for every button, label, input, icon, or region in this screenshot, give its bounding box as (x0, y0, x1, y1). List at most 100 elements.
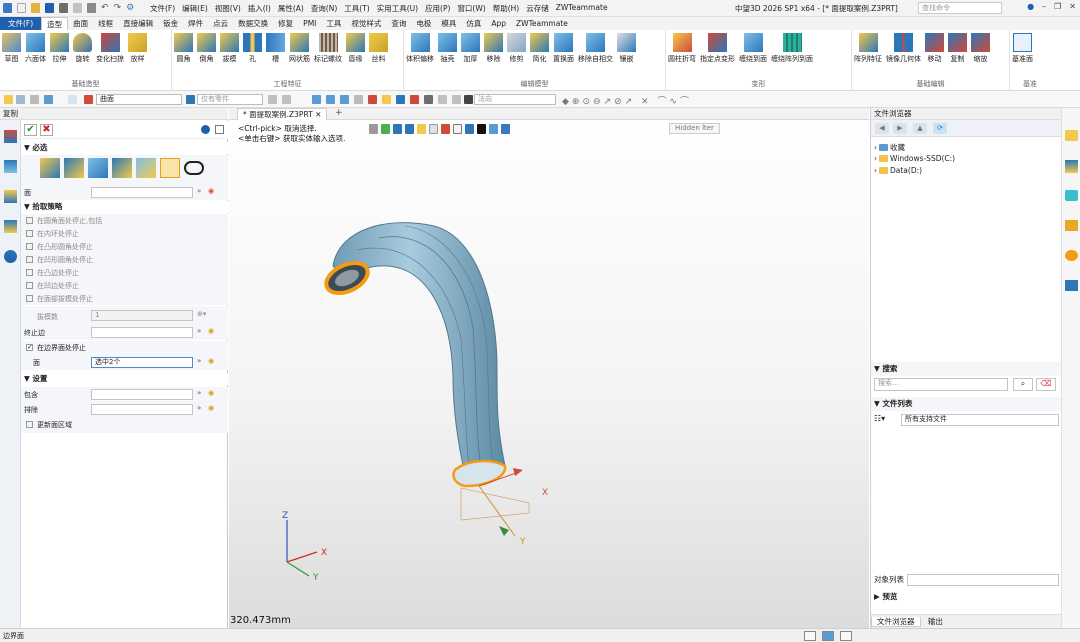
filetype-select[interactable]: 所有支持文件 (901, 414, 1059, 426)
clear-search-icon[interactable]: ⌫ (1036, 378, 1056, 391)
command-search-input[interactable]: 查找命令 (918, 2, 1002, 14)
palette-icon[interactable] (1065, 250, 1078, 261)
boundary-face-expand-icon[interactable]: » (197, 357, 201, 365)
remove-button[interactable]: 移除 (482, 33, 505, 63)
option-checkbox-1[interactable] (26, 217, 33, 224)
sketch-button[interactable]: 草图 (0, 33, 23, 63)
option-checkbox-5[interactable] (26, 269, 33, 276)
replace-face-button[interactable]: 置换面 (551, 33, 576, 63)
datum-plane-button[interactable]: 基准面 (1010, 33, 1035, 63)
search-go-icon[interactable]: ⌕ (1013, 378, 1033, 391)
menu-attribute[interactable]: 属性(A) (278, 3, 304, 14)
tree-item-favorites[interactable]: › 收藏 (874, 142, 905, 153)
tab-modeling[interactable]: 造型 (41, 17, 69, 30)
copy-button[interactable]: 复制 (946, 33, 969, 63)
menu-edit[interactable]: 编辑(E) (182, 3, 208, 14)
view-manager-icon[interactable] (4, 190, 17, 203)
tab-query[interactable]: 查询 (386, 17, 411, 30)
option-checkbox-7[interactable] (26, 295, 33, 302)
tab-mold[interactable]: 模具 (436, 17, 461, 30)
help-icon[interactable]: ● (1027, 2, 1034, 11)
bottom-boundary-face[interactable] (452, 459, 507, 488)
thicken-button[interactable]: 加厚 (459, 33, 482, 63)
faucet-model[interactable]: X Y Z X Y (229, 108, 869, 628)
file-browser-icon[interactable] (1065, 130, 1078, 141)
close-icon[interactable]: ✕ (1069, 2, 1076, 11)
face-expand-icon[interactable]: » (197, 187, 201, 195)
library-icon[interactable] (1065, 190, 1078, 201)
preview-header[interactable]: ▶ 预览 (871, 590, 1062, 604)
filament-button[interactable]: 丝料 (367, 33, 390, 63)
up-icon[interactable]: ▲ (913, 123, 927, 134)
direction-select[interactable]: 法向 (474, 94, 556, 105)
tree-item-drive-d[interactable]: › Data(D:) (874, 166, 922, 175)
display-icon[interactable] (354, 95, 363, 104)
filelist-header[interactable]: ▼ 文件列表 (871, 397, 1062, 411)
tab-surface[interactable]: 曲面 (68, 17, 93, 30)
tab-sheetmetal[interactable]: 钣金 (158, 17, 183, 30)
strategy-section-header[interactable]: ▼ 拾取策略 (21, 201, 228, 213)
redo-icon[interactable]: ↷ (114, 3, 122, 13)
pick-face-icon[interactable] (40, 158, 60, 178)
menu-insert[interactable]: 插入(I) (248, 3, 271, 14)
shade-icon[interactable] (326, 95, 335, 104)
network-icon[interactable] (1065, 280, 1078, 291)
tab-electrode[interactable]: 电极 (411, 17, 436, 30)
chamfer-button[interactable]: 倒角 (195, 33, 218, 63)
stop-edge-expand-icon[interactable]: » (197, 327, 201, 335)
pick-chain-icon[interactable] (112, 158, 132, 178)
tab-simulation[interactable]: 仿真 (461, 17, 486, 30)
resource-icon[interactable] (1065, 160, 1078, 173)
face-input[interactable] (91, 187, 193, 198)
menu-view[interactable]: 视图(V) (215, 3, 241, 14)
remove-self-intersect-button[interactable]: 移除自相交 (576, 33, 615, 63)
pick-region-icon[interactable] (136, 158, 156, 178)
point-deform-button[interactable]: 指定点变形 (698, 33, 737, 63)
menu-cloud[interactable]: 云存储 (526, 3, 549, 14)
black-fill-icon[interactable] (464, 95, 473, 104)
option-checkbox-4[interactable] (26, 256, 33, 263)
cylinder-bend-button[interactable]: 圆柱折弯 (666, 33, 698, 63)
line-filter-icon[interactable] (30, 95, 39, 104)
info-icon[interactable] (201, 125, 210, 134)
trim-button[interactable]: 修剪 (505, 33, 528, 63)
file-search-input[interactable]: 搜索... (874, 378, 1008, 391)
template-icon[interactable] (1065, 220, 1078, 231)
snap-icon[interactable] (282, 95, 291, 104)
open-file-icon[interactable] (31, 3, 40, 13)
menu-teammate[interactable]: ZWTeammate (556, 3, 608, 14)
tab-output[interactable]: 输出 (923, 617, 948, 626)
copy-icon[interactable] (87, 3, 96, 13)
include-input[interactable] (91, 389, 193, 400)
menu-tools[interactable]: 工具(T) (344, 3, 369, 14)
status-layout-icon-1[interactable] (804, 631, 816, 641)
scope-select[interactable]: 仅有零件 (197, 94, 263, 105)
menu-window[interactable]: 窗口(W) (457, 3, 485, 14)
doc-icon[interactable] (215, 125, 224, 134)
object-list-select[interactable] (907, 574, 1059, 586)
render-icon[interactable] (396, 95, 405, 104)
stop-edge-input[interactable] (91, 327, 193, 338)
status-layout-icon-2[interactable] (822, 631, 834, 641)
refresh-icon[interactable]: ⟳ (933, 123, 947, 134)
pick-solid-icon[interactable] (88, 158, 108, 178)
tab-teammate[interactable]: ZWTeammate (511, 17, 573, 30)
update-region-checkbox[interactable] (26, 421, 33, 428)
boundary-face-input[interactable]: 选中2个 (91, 357, 193, 368)
pick-active-icon[interactable] (160, 158, 180, 178)
layer-icon[interactable] (382, 95, 391, 104)
lip-button[interactable]: 唇缘 (344, 33, 367, 63)
menu-help[interactable]: 帮助(H) (493, 3, 520, 14)
option-checkbox-6[interactable] (26, 282, 33, 289)
grid-icon[interactable] (312, 95, 321, 104)
view-icon[interactable] (438, 95, 447, 104)
pick-filter-icon[interactable] (16, 95, 25, 104)
draft-button[interactable]: 拔模 (218, 33, 241, 63)
thread-button[interactable]: 标记螺纹 (312, 33, 344, 63)
restore-icon[interactable]: ❐ (1054, 2, 1061, 11)
settings-gear-icon[interactable]: ⚙ (126, 3, 134, 13)
tab-file[interactable]: 文件(F) (0, 17, 42, 30)
move-button[interactable]: 移动 (923, 33, 946, 63)
tab-pointcloud[interactable]: 点云 (208, 17, 233, 30)
pick-boundary-icon[interactable] (64, 158, 84, 178)
